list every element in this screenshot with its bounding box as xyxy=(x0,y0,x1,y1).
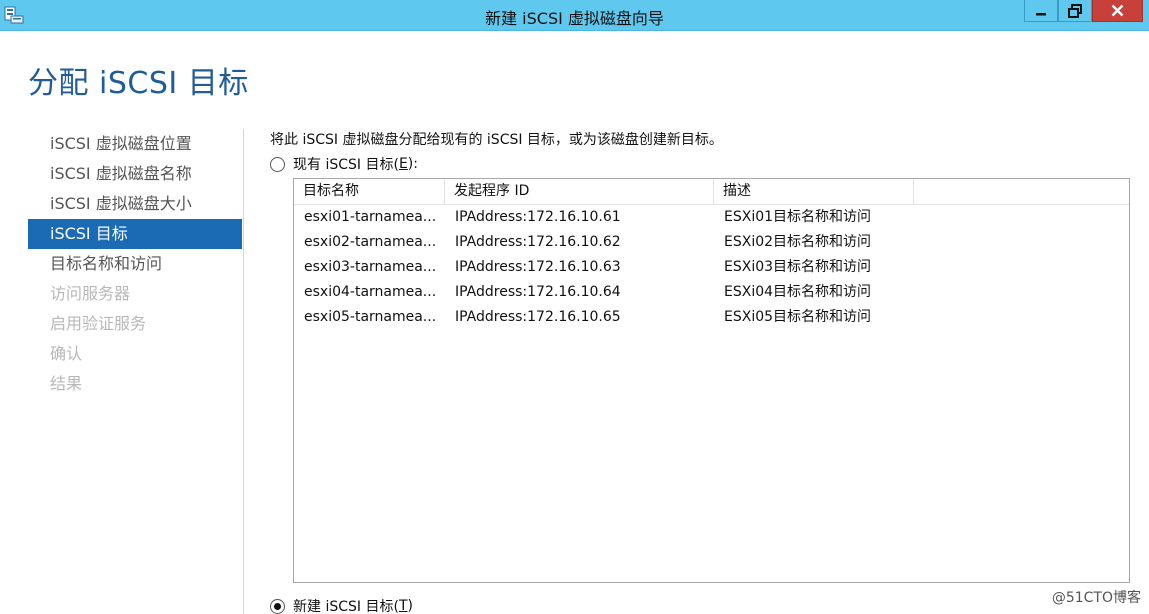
title-bar[interactable]: 新建 iSCSI 虚拟磁盘向导 xyxy=(0,0,1149,31)
nav-step-disk-name[interactable]: iSCSI 虚拟磁盘名称 xyxy=(28,159,242,189)
nav-step-disk-location[interactable]: iSCSI 虚拟磁盘位置 xyxy=(28,129,242,159)
nav-step-confirmation: 确认 xyxy=(50,344,83,363)
window-title: 新建 iSCSI 虚拟磁盘向导 xyxy=(485,9,664,28)
restore-icon xyxy=(1068,3,1082,18)
existing-target-label-prefix: 现有 iSCSI 目标( xyxy=(293,157,399,173)
new-target-option[interactable]: 新建 iSCSI 目标(T) xyxy=(270,596,413,614)
column-header-initiator-id[interactable]: 发起程序 ID xyxy=(445,179,714,205)
minimize-button[interactable] xyxy=(1024,0,1058,22)
table-row[interactable]: esxi05-tarnamea... IPAddress:172.16.10.6… xyxy=(294,305,1129,330)
table-row[interactable]: esxi01-tarnamea... IPAddress:172.16.10.6… xyxy=(294,205,1129,230)
minimize-icon xyxy=(1036,12,1046,15)
wizard-steps-nav: iSCSI 虚拟磁盘位置 iSCSI 虚拟磁盘名称 iSCSI 虚拟磁盘大小 i… xyxy=(28,129,242,399)
nav-step-enable-auth: 启用验证服务 xyxy=(50,314,147,333)
new-target-radio[interactable] xyxy=(270,598,285,614)
cell-target-name: esxi05-tarnamea... xyxy=(304,309,437,325)
table-row[interactable]: esxi04-tarnamea... IPAddress:172.16.10.6… xyxy=(294,280,1129,305)
cell-initiator-id: IPAddress:172.16.10.61 xyxy=(455,209,621,225)
cell-initiator-id: IPAddress:172.16.10.65 xyxy=(455,309,621,325)
new-target-label-suffix: ) xyxy=(407,598,413,614)
nav-step-results: 结果 xyxy=(50,374,83,393)
nav-step-iscsi-target[interactable]: iSCSI 目标 xyxy=(28,219,242,249)
cell-description: ESXi01目标名称和访问 xyxy=(724,209,872,225)
cell-target-name: esxi01-tarnamea... xyxy=(304,209,437,225)
targets-table[interactable]: 目标名称 发起程序 ID 描述 esxi01-tarnamea... IPAdd… xyxy=(293,178,1130,583)
close-icon xyxy=(1111,4,1124,17)
close-button[interactable] xyxy=(1092,0,1143,22)
cell-target-name: esxi02-tarnamea... xyxy=(304,234,437,250)
cell-target-name: esxi04-tarnamea... xyxy=(304,284,437,300)
existing-target-radio[interactable] xyxy=(270,156,285,172)
column-header-empty xyxy=(914,179,1129,205)
cell-description: ESXi04目标名称和访问 xyxy=(724,284,872,300)
existing-target-option[interactable]: 现有 iSCSI 目标(E): xyxy=(270,154,418,174)
page-title: 分配 iSCSI 目标 xyxy=(28,66,249,101)
table-row[interactable]: esxi02-tarnamea... IPAddress:172.16.10.6… xyxy=(294,230,1129,255)
table-row[interactable]: esxi03-tarnamea... IPAddress:172.16.10.6… xyxy=(294,255,1129,280)
cell-description: ESXi02目标名称和访问 xyxy=(724,234,872,250)
existing-target-label-suffix: ): xyxy=(407,156,418,172)
intro-text: 将此 iSCSI 虚拟磁盘分配给现有的 iSCSI 目标，或为该磁盘创建新目标。 xyxy=(270,132,723,148)
cell-initiator-id: IPAddress:172.16.10.62 xyxy=(455,234,621,250)
cell-description: ESXi03目标名称和访问 xyxy=(724,259,872,275)
existing-target-accesskey: E xyxy=(398,156,408,172)
new-target-label-prefix: 新建 iSCSI 目标( xyxy=(293,599,399,614)
cell-initiator-id: IPAddress:172.16.10.64 xyxy=(455,284,621,300)
nav-step-access-servers: 访问服务器 xyxy=(50,284,131,303)
watermark: @51CTO博客 xyxy=(1051,590,1141,606)
nav-divider xyxy=(243,129,244,614)
column-header-description[interactable]: 描述 xyxy=(714,179,914,205)
restore-button[interactable] xyxy=(1058,0,1092,22)
new-target-accesskey: T xyxy=(398,598,408,614)
nav-step-disk-size[interactable]: iSCSI 虚拟磁盘大小 xyxy=(28,189,242,219)
cell-initiator-id: IPAddress:172.16.10.63 xyxy=(455,259,621,275)
cell-target-name: esxi03-tarnamea... xyxy=(304,259,437,275)
table-header: 目标名称 发起程序 ID 描述 xyxy=(294,179,1129,205)
nav-step-target-name-access[interactable]: 目标名称和访问 xyxy=(28,249,242,279)
cell-description: ESXi05目标名称和访问 xyxy=(724,309,872,325)
column-header-target-name[interactable]: 目标名称 xyxy=(294,179,445,205)
